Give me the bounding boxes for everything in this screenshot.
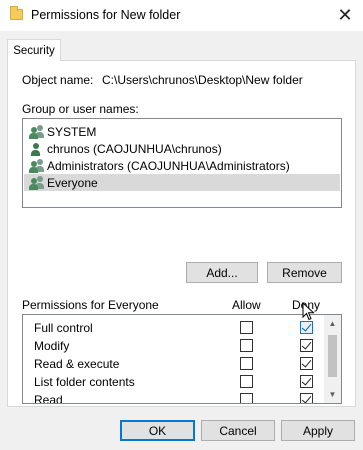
list-item-chrunos[interactable]: chrunos (CAOJUNHUA\chrunos) bbox=[24, 140, 340, 157]
deny-checkbox[interactable] bbox=[300, 321, 313, 334]
allow-column-header: Allow bbox=[232, 298, 261, 312]
title-bar: Permissions for New folder ✕ bbox=[0, 0, 363, 31]
permission-row: Modify bbox=[23, 337, 325, 355]
group-users-icon bbox=[29, 175, 45, 190]
group-names-label: Group or user names: bbox=[22, 102, 139, 116]
list-item-administrators[interactable]: Administrators (CAOJUNHUA\Administrators… bbox=[24, 157, 340, 174]
permissions-scrollbar[interactable]: ▲ ▼ bbox=[324, 315, 341, 403]
allow-checkbox[interactable] bbox=[240, 403, 253, 404]
scroll-up-arrow-icon[interactable]: ▲ bbox=[324, 315, 341, 332]
user-icon bbox=[29, 142, 45, 156]
allow-checkbox[interactable] bbox=[240, 339, 253, 352]
object-name-label: Object name: bbox=[22, 73, 94, 87]
permission-row: Full control bbox=[23, 319, 325, 337]
list-item-label: SYSTEM bbox=[47, 124, 97, 139]
group-users-icon bbox=[29, 158, 45, 173]
permissions-header: Permissions for Everyone bbox=[22, 298, 159, 312]
group-user-list[interactable]: SYSTEM chrunos (CAOJUNHUA\chrunos) Admin… bbox=[22, 118, 342, 208]
list-item-label: Administrators (CAOJUNHUA\Administrators… bbox=[47, 158, 290, 173]
ok-button[interactable]: OK bbox=[120, 420, 195, 441]
dialog-client: Security Object name: C:\Users\chrunos\D… bbox=[0, 31, 363, 450]
close-button[interactable]: ✕ bbox=[327, 0, 363, 31]
security-panel: Object name: C:\Users\chrunos\Desktop\Ne… bbox=[7, 60, 356, 407]
list-item-label: chrunos (CAOJUNHUA\chrunos) bbox=[47, 141, 222, 156]
permission-name: Read bbox=[34, 393, 63, 404]
scroll-down-arrow-icon[interactable]: ▼ bbox=[324, 386, 341, 403]
permission-name: Read & execute bbox=[34, 357, 120, 371]
deny-checkbox[interactable] bbox=[300, 357, 313, 370]
add-button[interactable]: Add... bbox=[186, 262, 258, 283]
permission-name: List folder contents bbox=[34, 375, 135, 389]
object-name-value: C:\Users\chrunos\Desktop\New folder bbox=[102, 73, 303, 87]
permission-name: Modify bbox=[34, 339, 70, 353]
permissions-list: Full control Modify Read & execute List … bbox=[22, 314, 342, 404]
deny-checkbox[interactable] bbox=[300, 403, 313, 404]
mouse-pointer-icon bbox=[302, 302, 315, 321]
window-title: Permissions for New folder bbox=[31, 8, 181, 22]
list-item-system[interactable]: SYSTEM bbox=[24, 123, 340, 140]
allow-checkbox[interactable] bbox=[240, 375, 253, 388]
list-item-label: Everyone bbox=[47, 175, 98, 190]
allow-checkbox[interactable] bbox=[240, 357, 253, 370]
allow-checkbox[interactable] bbox=[240, 321, 253, 334]
deny-checkbox[interactable] bbox=[300, 339, 313, 352]
permission-row: List folder contents bbox=[23, 373, 325, 391]
deny-checkbox[interactable] bbox=[300, 375, 313, 388]
group-users-icon bbox=[29, 124, 45, 139]
scroll-thumb[interactable] bbox=[328, 335, 337, 377]
apply-button[interactable]: Apply bbox=[281, 420, 355, 441]
permission-row: Read & execute bbox=[23, 355, 325, 373]
permission-row: Read bbox=[23, 391, 325, 404]
folder-icon bbox=[10, 6, 23, 20]
remove-button[interactable]: Remove bbox=[267, 262, 342, 283]
cancel-button[interactable]: Cancel bbox=[201, 420, 275, 441]
permission-name: Full control bbox=[34, 321, 93, 335]
tab-security[interactable]: Security bbox=[7, 39, 61, 61]
list-item-everyone[interactable]: Everyone bbox=[24, 174, 340, 191]
